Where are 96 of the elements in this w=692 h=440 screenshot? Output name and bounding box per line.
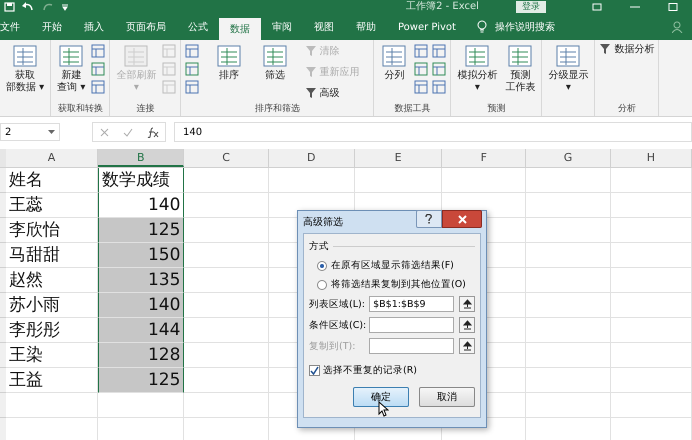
- table-cell: 数学成绩: [98, 168, 184, 193]
- range-field[interactable]: $B$1:$B$9: [369, 296, 454, 312]
- redo-icon[interactable]: [41, 2, 55, 12]
- section-label: 方式: [309, 240, 329, 253]
- ribbon-tab[interactable]: 视图: [303, 14, 345, 40]
- table-cell: 姓名: [6, 168, 98, 193]
- tool-icon[interactable]: [414, 44, 428, 58]
- table-cell: 150: [98, 243, 184, 268]
- tell-me-search[interactable]: 操作说明搜索: [494, 14, 555, 40]
- ribbon-tab[interactable]: 页面布局: [115, 14, 177, 40]
- table-cell: 128: [98, 343, 184, 368]
- radio-option[interactable]: 将筛选结果复制到其他位置(O): [317, 278, 475, 291]
- tool-icon[interactable]: [91, 62, 106, 76]
- maximize-icon[interactable]: [668, 3, 678, 11]
- ribbon-button[interactable]: 高级: [304, 84, 340, 101]
- field-label: 条件区域(C):: [309, 318, 368, 332]
- ribbon-tab[interactable]: 帮助: [345, 14, 387, 40]
- collapse-icon[interactable]: [459, 338, 475, 354]
- radio-button[interactable]: [317, 280, 327, 290]
- column-header[interactable]: B: [98, 149, 184, 167]
- table-cell: 王蕊: [6, 193, 98, 218]
- table-cell: 140: [98, 293, 184, 318]
- tool-icon[interactable]: [91, 80, 106, 94]
- cancel-icon[interactable]: [100, 128, 108, 136]
- tool-icon[interactable]: [414, 80, 428, 94]
- tool-icon[interactable]: [185, 80, 200, 94]
- customize-icon[interactable]: [61, 3, 69, 11]
- ribbon-tab[interactable]: 公式: [177, 14, 219, 40]
- tool-icon[interactable]: [432, 62, 446, 76]
- checkbox-option[interactable]: 选择不重复的记录(R): [309, 364, 475, 377]
- restore-icon[interactable]: [592, 3, 602, 11]
- ribbon-tab[interactable]: 数据: [219, 18, 261, 40]
- ribbon-tab[interactable]: 审阅: [261, 14, 303, 40]
- column-header[interactable]: C: [184, 149, 269, 167]
- range-field[interactable]: [369, 338, 454, 354]
- tool-icon[interactable]: [91, 44, 106, 58]
- undo-icon[interactable]: [21, 2, 35, 12]
- ribbon-tab[interactable]: Power Pivot: [387, 14, 467, 40]
- ribbon-button[interactable]: 预测 工作表: [503, 42, 538, 94]
- filter-icon: [304, 44, 317, 56]
- checkbox[interactable]: [309, 365, 320, 376]
- name-box[interactable]: 2: [0, 123, 60, 141]
- radio-button[interactable]: [317, 260, 327, 270]
- save-icon[interactable]: [4, 2, 15, 12]
- enter-icon[interactable]: [122, 128, 132, 136]
- function-icon[interactable]: [146, 126, 158, 138]
- field-label: 列表区域(L):: [309, 298, 366, 310]
- dialog-button[interactable]: 确定: [353, 387, 409, 407]
- ribbon-button[interactable]: 新建 查询 ▾: [55, 42, 88, 94]
- login-button[interactable]: 登录: [516, 1, 546, 13]
- ribbon-button[interactable]: 模拟分析 ▾: [455, 42, 500, 94]
- formula-field[interactable]: 140: [174, 122, 692, 142]
- field-label: 复制到(T):: [309, 340, 356, 352]
- collapse-icon[interactable]: [459, 296, 475, 312]
- column-header[interactable]: F: [442, 149, 526, 167]
- help-icon[interactable]: [416, 210, 442, 228]
- filter-icon: [304, 86, 317, 98]
- dialog-button[interactable]: 取消: [419, 387, 475, 407]
- group-label: 分析: [616, 102, 637, 116]
- tool-icon[interactable]: [414, 62, 428, 76]
- window-title: 工作簿2 - Excel: [405, 1, 479, 13]
- close-icon[interactable]: [442, 210, 482, 228]
- column-header[interactable]: H: [610, 149, 692, 167]
- ribbon-button[interactable]: 筛选: [258, 42, 291, 82]
- tool-icon[interactable]: [432, 44, 446, 58]
- ribbon-tab[interactable]: 文件: [0, 14, 31, 40]
- column-header[interactable]: D: [268, 149, 355, 167]
- radio-option[interactable]: 在原有区域显示筛选结果(F): [317, 259, 475, 272]
- ribbon-tab[interactable]: 插入: [73, 14, 115, 40]
- person-icon[interactable]: [672, 21, 684, 33]
- collapse-icon[interactable]: [459, 317, 475, 333]
- table-cell: 125: [98, 368, 184, 393]
- column-header[interactable]: E: [354, 149, 442, 167]
- table-cell: 125: [98, 218, 184, 243]
- tool-icon[interactable]: [432, 80, 446, 94]
- table-cell: 135: [98, 268, 184, 293]
- range-field[interactable]: [369, 317, 454, 333]
- tool-icon[interactable]: [185, 44, 200, 58]
- group-label: 数据工具: [393, 102, 432, 116]
- tool-icon[interactable]: [185, 62, 200, 76]
- ribbon-button[interactable]: 获取 部数据 ▾: [4, 42, 46, 94]
- ribbon-button[interactable]: 数据分析: [599, 42, 654, 56]
- dialog-title: 高级筛选: [303, 216, 343, 229]
- group-label: 获取和转换: [56, 102, 104, 116]
- filter-icon: [304, 66, 317, 78]
- cursor-icon: [378, 401, 389, 417]
- group-label: 连接: [135, 102, 156, 116]
- ribbon-button[interactable]: 排序: [213, 42, 246, 82]
- table-cell: 144: [98, 318, 184, 343]
- group-label: 预测: [486, 102, 506, 116]
- ribbon-button[interactable]: 分级显示 ▾: [546, 42, 590, 94]
- group-label: 排序和筛选: [254, 102, 301, 116]
- ribbon-tab[interactable]: 开始: [31, 14, 73, 40]
- column-header[interactable]: G: [526, 149, 611, 167]
- ribbon-button[interactable]: 分列: [378, 42, 410, 82]
- filter-icon: [599, 43, 612, 55]
